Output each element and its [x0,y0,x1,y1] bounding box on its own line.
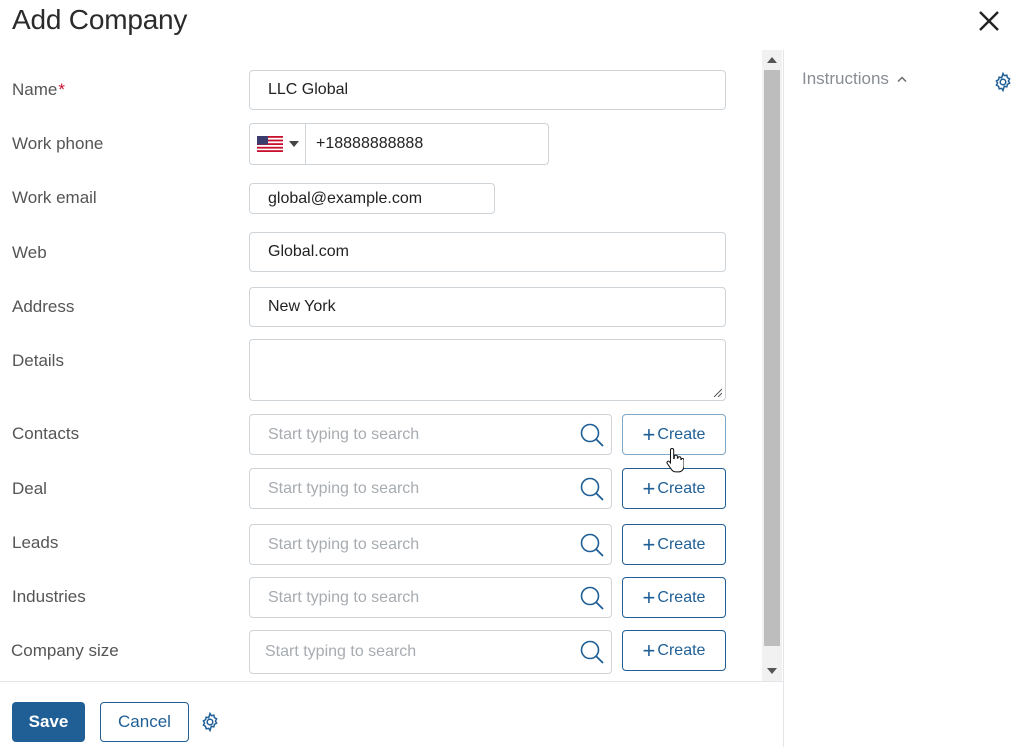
contacts-create-button[interactable]: + Create [622,414,726,455]
gear-icon[interactable] [993,72,1013,92]
plus-icon: + [642,637,656,663]
company-size-create-button[interactable]: + Create [622,630,726,671]
create-label: Create [657,535,706,553]
required-mark: * [58,80,65,99]
name-label: Name* [12,80,65,99]
search-icon[interactable] [579,422,605,448]
create-label: Create [657,588,706,606]
name-input[interactable]: LLC Global [249,70,726,110]
details-label: Details [12,351,64,370]
search-icon[interactable] [579,585,605,611]
instructions-toggle[interactable]: Instructions [802,69,907,89]
contacts-placeholder: Start typing to search [268,425,420,443]
contacts-search-input[interactable]: Start typing to search [249,414,612,455]
close-icon[interactable] [975,7,1003,35]
contacts-label: Contacts [12,424,80,443]
plus-icon: + [642,584,656,610]
create-label: Create [657,425,706,443]
save-button[interactable]: Save [12,702,85,742]
plus-icon: + [642,475,656,501]
web-label: Web [12,243,47,262]
industries-placeholder: Start typing to search [268,588,420,606]
work-email-input[interactable]: global@example.com [249,183,495,214]
search-icon[interactable] [579,639,605,665]
industries-search-input[interactable]: Start typing to search [249,577,612,618]
leads-label: Leads [12,533,59,552]
chevron-up-icon [897,76,907,82]
caret-down-icon [288,141,299,147]
work-phone-label: Work phone [12,134,104,153]
industries-create-button[interactable]: + Create [622,577,726,618]
gear-icon[interactable] [200,712,220,732]
name-value: LLC Global [268,81,349,98]
form-scrollbar[interactable] [762,50,782,681]
company-size-label: Company size [11,641,119,660]
web-value: Global.com [268,243,349,260]
scroll-thumb[interactable] [764,70,780,646]
phone-value: +18888888888 [316,135,424,152]
search-icon[interactable] [579,476,605,502]
deal-label: Deal [12,479,47,498]
plus-icon: + [642,531,656,557]
address-input[interactable]: New York [249,287,726,327]
leads-placeholder: Start typing to search [268,535,420,553]
work-phone-input[interactable]: +18888888888 [249,123,549,165]
close-button[interactable] [975,7,1003,35]
side-panel: Instructions [783,50,1027,747]
resize-grip-icon[interactable] [712,387,722,397]
company-form: Name* LLC Global Work phone +18888888888 [0,50,762,681]
create-label: Create [657,479,706,497]
scroll-down-arrow-icon[interactable] [767,668,777,674]
scroll-up-arrow-icon[interactable] [767,57,777,63]
address-value: New York [268,298,336,315]
deal-search-input[interactable]: Start typing to search [249,468,612,509]
deal-placeholder: Start typing to search [268,479,420,497]
page-title: Add Company [12,4,188,35]
country-selector[interactable] [250,124,306,164]
leads-create-button[interactable]: + Create [622,524,726,565]
cancel-button[interactable]: Cancel [100,702,189,742]
us-flag-icon [256,136,283,152]
leads-search-input[interactable]: Start typing to search [249,524,612,565]
company-size-placeholder: Start typing to search [265,643,417,660]
create-label: Create [657,641,706,659]
address-label: Address [12,297,75,316]
work-email-label: Work email [12,188,97,207]
details-textarea[interactable] [249,339,726,401]
industries-label: Industries [12,587,86,606]
work-email-value: global@example.com [268,189,423,207]
search-icon[interactable] [579,532,605,558]
company-size-search-input[interactable]: Start typing to search [249,630,612,674]
plus-icon: + [642,421,656,447]
instructions-label: Instructions [802,69,889,88]
web-input[interactable]: Global.com [249,232,726,272]
form-footer: Save Cancel [0,681,783,747]
deal-create-button[interactable]: + Create [622,468,726,509]
